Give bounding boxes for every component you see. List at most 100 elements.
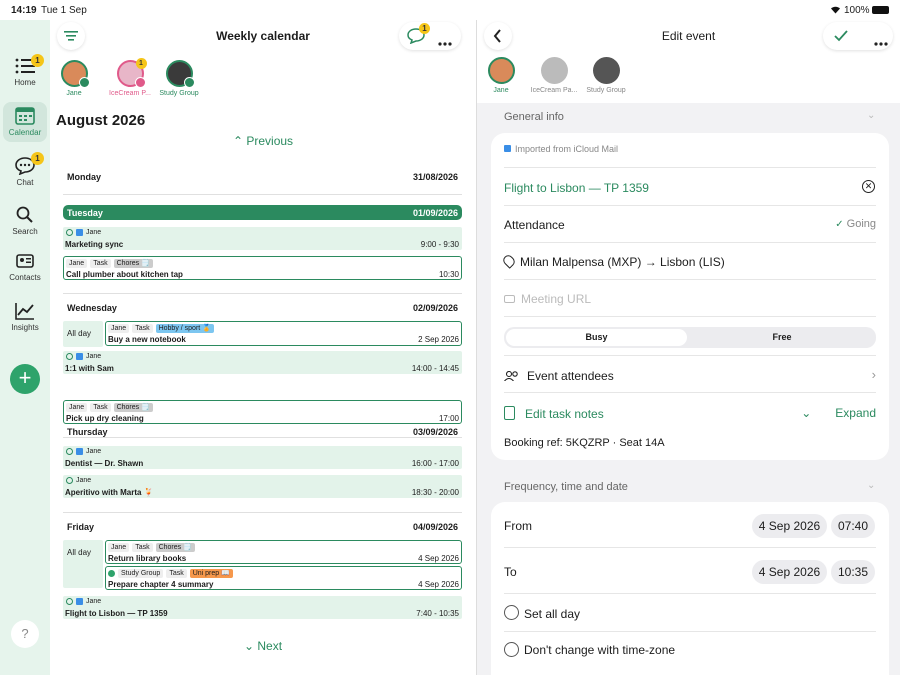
sidebar-label-home: Home xyxy=(14,78,36,87)
sidebar-item-contacts[interactable]: Contacts xyxy=(3,247,47,287)
location-text: Milan Malpensa (MXP) → Lisbon (LIS) xyxy=(520,255,725,269)
previous-button[interactable]: ⌃ Previous xyxy=(50,134,476,148)
avatar-icecream[interactable]: 1 IceCream P... xyxy=(102,58,158,97)
event-flight-lisbon[interactable]: Jane Flight to Lisbon — TP 1359 7:40 - 1… xyxy=(63,596,462,619)
sidebar-item-home[interactable]: 1 Home xyxy=(3,52,47,92)
more-icon[interactable] xyxy=(438,35,452,49)
avatar-study-group[interactable]: Study Group xyxy=(156,60,202,97)
event-time: 17:00 xyxy=(438,414,459,423)
from-time-button[interactable]: 07:40 xyxy=(831,514,875,538)
day-header: Monday 31/08/2026 xyxy=(63,168,462,186)
edit-actions xyxy=(823,22,893,50)
to-date-button[interactable]: 4 Sep 2026 xyxy=(752,560,827,584)
insights-icon xyxy=(15,303,34,320)
event-name: Return library books xyxy=(108,554,187,563)
task-prepare-chapter[interactable]: Study Group Task Uni prep 📖 Prepare chapte… xyxy=(105,566,462,590)
check-icon xyxy=(66,229,73,236)
check-icon xyxy=(66,477,73,484)
chevron-down-icon[interactable]: ⌄ xyxy=(867,110,875,121)
section-general-info: General info xyxy=(504,111,564,123)
event-name: Prepare chapter 4 summary xyxy=(108,580,214,589)
imported-label: Imported from iCloud Mail xyxy=(504,144,876,154)
busy-option[interactable]: Busy xyxy=(506,329,687,346)
divider xyxy=(504,167,876,168)
more-icon[interactable] xyxy=(874,35,888,49)
meeting-url-input[interactable]: Meeting URL xyxy=(504,292,876,306)
avatar xyxy=(592,57,620,84)
from-date-button[interactable]: 4 Sep 2026 xyxy=(752,514,827,538)
day-name: Monday xyxy=(67,172,102,182)
type-chip: Task xyxy=(132,324,153,333)
task-call-plumber[interactable]: Jane Task Chores 🗒️ Call plumber about kit… xyxy=(63,256,462,280)
sidebar-label-search: Search xyxy=(12,227,38,236)
location-row[interactable]: Milan Malpensa (MXP) → Lisbon (LIS) xyxy=(501,253,876,269)
tag-chip: Uni prep 📖 xyxy=(189,569,233,578)
attendee-jane[interactable]: Jane xyxy=(484,57,518,94)
day-date: 03/09/2026 xyxy=(412,427,458,437)
event-title-input[interactable]: Flight to Lisbon — TP 1359 xyxy=(504,181,876,195)
location-pin-icon xyxy=(501,253,517,269)
avatar-jane[interactable]: Jane xyxy=(56,60,92,97)
sidebar-item-insights[interactable]: Insights xyxy=(3,297,47,337)
event-one-on-one[interactable]: Jane 1:1 with Sam 14:00 - 14:45 xyxy=(63,351,462,374)
task-dry-cleaning[interactable]: Jane Task Chores 🗒️ Pick up dry cleaning 1… xyxy=(63,400,462,424)
task-return-books[interactable]: Jane Task Chores 🗒️ Return library books 4… xyxy=(105,540,462,564)
group-icon xyxy=(183,77,195,88)
busy-free-toggle[interactable]: Busy Free xyxy=(504,327,876,348)
divider xyxy=(504,392,876,393)
day-date: 31/08/2026 xyxy=(412,172,458,182)
event-dentist[interactable]: Jane Dentist — Dr. Shawn 16:00 - 17:00 xyxy=(63,446,462,469)
expand-button[interactable]: ⌄ Expand xyxy=(801,406,876,420)
chat-badge: 1 xyxy=(31,152,44,165)
timezone-radio[interactable] xyxy=(504,642,519,657)
next-button[interactable]: ⌄ Next xyxy=(50,639,476,653)
event-owner: Jane xyxy=(86,353,102,360)
tag-chip: Chores 🗒️ xyxy=(113,403,153,412)
notes-text: Booking ref: 5KQZRP · Seat 14A xyxy=(504,437,665,449)
check-icon xyxy=(66,598,73,605)
checkmark-icon[interactable] xyxy=(834,30,848,42)
weekly-calendar-panel: Weekly calendar 1 Jane 1 IceCream P... S… xyxy=(50,20,476,675)
sidebar-item-search[interactable]: Search xyxy=(3,201,47,241)
wifi-icon xyxy=(830,5,841,17)
type-chip: Task xyxy=(90,403,111,412)
check-icon xyxy=(66,448,73,455)
video-icon xyxy=(504,295,515,303)
free-option[interactable]: Free xyxy=(690,329,874,346)
attendee-icecream[interactable]: IceCream Pa... xyxy=(527,57,581,94)
tag-chip: Chores 🗒️ xyxy=(113,259,153,268)
divider xyxy=(504,355,876,356)
group-icon xyxy=(134,77,146,88)
chevron-down-icon: ⌄ xyxy=(243,639,255,653)
divider xyxy=(504,316,876,317)
chevron-down-icon[interactable]: ⌄ xyxy=(867,480,875,491)
sidebar-item-chat[interactable]: 1 Chat xyxy=(3,152,47,192)
day-friday: Friday 04/09/2026 All day Jane Task Chores … xyxy=(63,518,462,619)
allday-label: All day xyxy=(63,321,103,347)
help-button[interactable]: ? xyxy=(11,620,39,648)
avatar xyxy=(165,60,195,88)
add-button[interactable]: + xyxy=(10,364,40,394)
attendance-status[interactable]: ✓ Going xyxy=(835,218,876,230)
sidebar: 1 Home Calendar 1 Chat Search Contacts I… xyxy=(0,20,50,675)
month-title: August 2026 xyxy=(56,112,146,129)
event-marketing-sync[interactable]: Jane Marketing sync 9:00 - 9:30 xyxy=(63,227,462,250)
icecream-badge: 1 xyxy=(135,58,147,69)
event-aperitivo[interactable]: Jane Aperitivo with Marta 🍹 18:30 - 20:0… xyxy=(63,475,462,498)
attendee-study-group[interactable]: Study Group xyxy=(583,57,629,94)
event-name: Dentist — Dr. Shawn xyxy=(65,459,144,468)
to-time-button[interactable]: 10:35 xyxy=(831,560,875,584)
clipboard-icon xyxy=(504,406,515,420)
type-chip: Task xyxy=(90,259,111,268)
section-frequency: Frequency, time and date xyxy=(504,481,628,493)
sidebar-item-calendar[interactable]: Calendar xyxy=(3,102,47,142)
divider xyxy=(63,293,462,294)
allday-label: All day xyxy=(63,540,103,588)
clear-icon[interactable]: ✕ xyxy=(862,180,875,193)
home-badge: 1 xyxy=(31,54,44,67)
group-dot-icon xyxy=(108,570,115,577)
event-time: 10:30 xyxy=(438,270,459,279)
event-attendees-row[interactable]: Event attendees xyxy=(504,369,876,383)
task-buy-notebook[interactable]: Jane Task Hobby / sport 🏅 Buy a new notebo… xyxy=(105,321,462,346)
all-day-radio[interactable] xyxy=(504,605,519,620)
